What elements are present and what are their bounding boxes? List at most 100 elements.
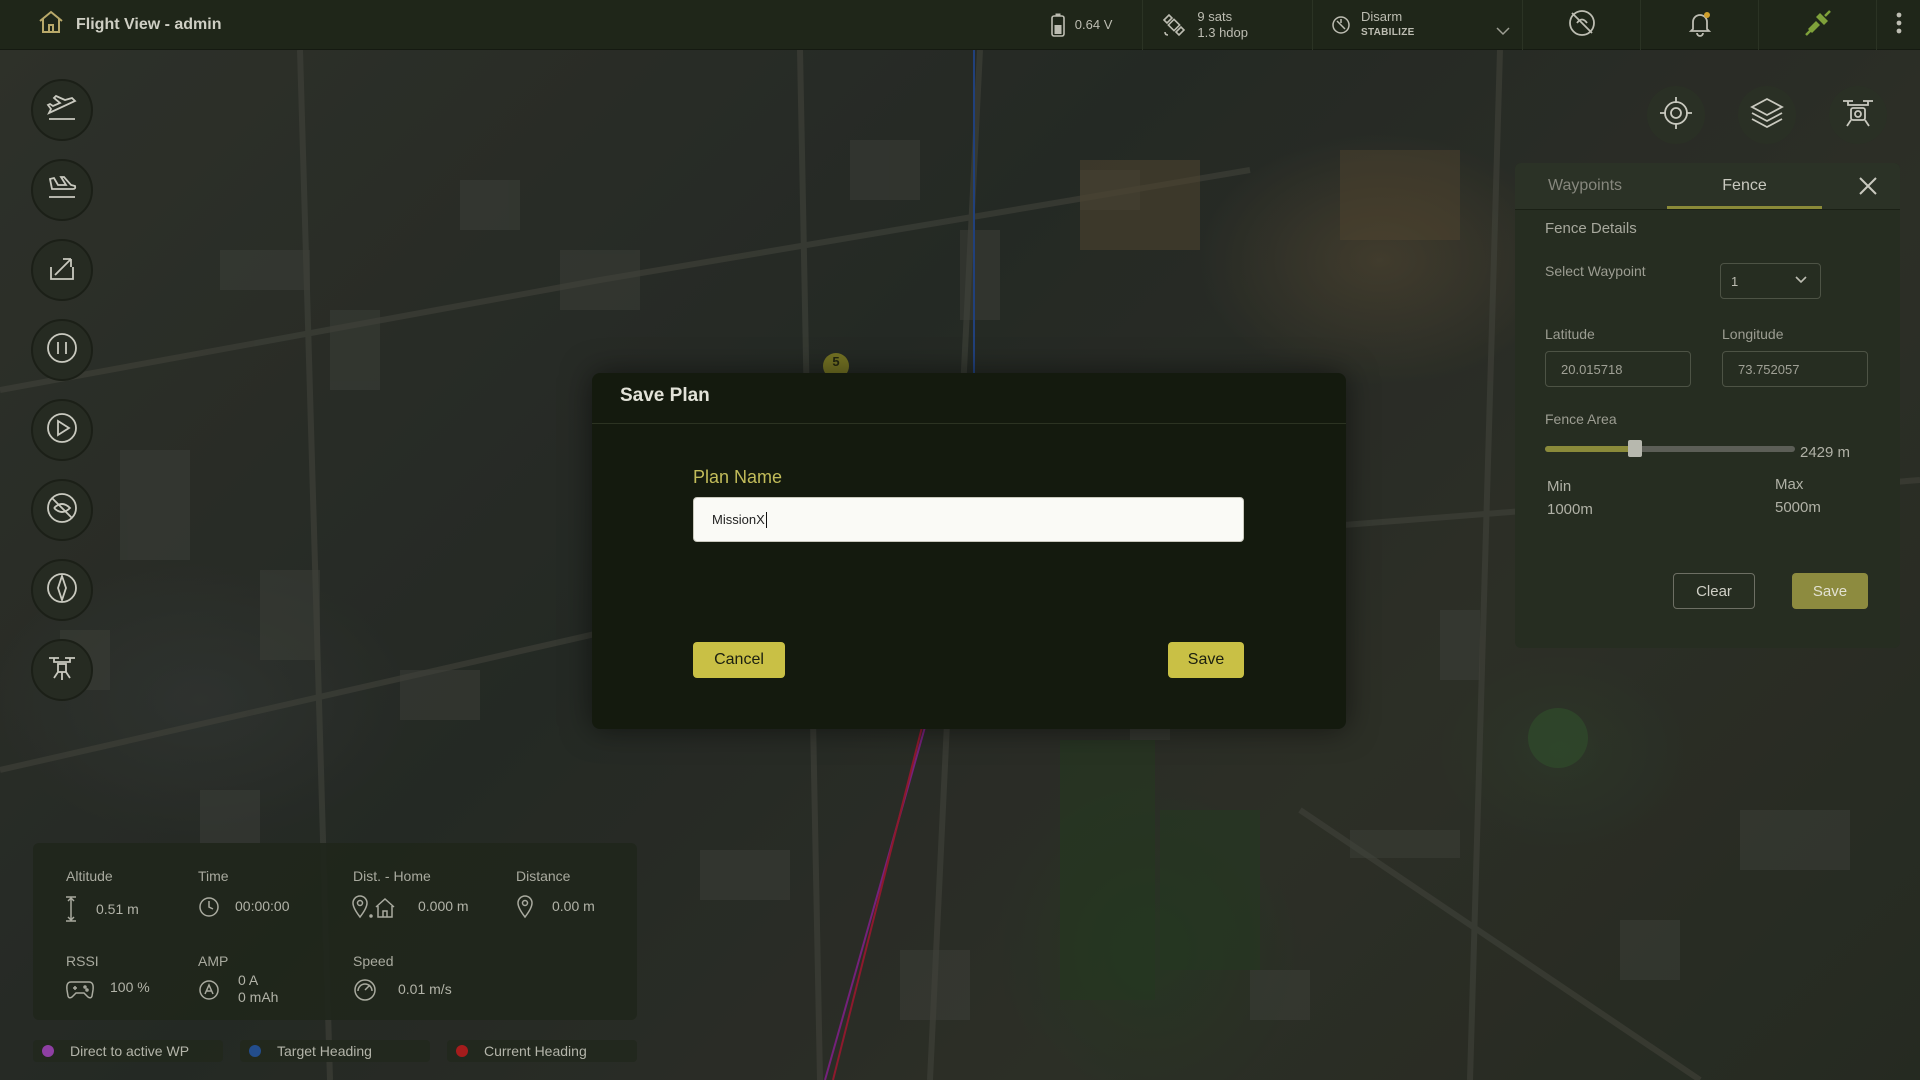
dist-home-value: 0.000 m	[418, 898, 469, 914]
rssi-value: 100 %	[110, 979, 150, 995]
min-value: 1000m	[1547, 501, 1593, 518]
notifications-button[interactable]	[1640, 0, 1758, 50]
link-icon	[1803, 8, 1833, 41]
bell-icon	[1686, 9, 1714, 40]
land-icon	[45, 171, 79, 210]
legend-target-heading: Target Heading	[240, 1040, 430, 1062]
amp-value-mah: 0 mAh	[238, 989, 279, 1005]
max-value: 5000m	[1775, 499, 1821, 516]
altitude-label: Altitude	[66, 868, 113, 884]
tab-fence[interactable]: Fence	[1667, 163, 1822, 209]
speed-label: Speed	[353, 953, 394, 969]
dist-home-label: Dist. - Home	[353, 868, 431, 884]
legend-dot	[42, 1045, 54, 1057]
location-home-icon	[352, 895, 402, 924]
panel-tabs: Waypoints Fence	[1515, 163, 1900, 210]
longitude-label: Longitude	[1722, 326, 1784, 342]
plan-name-label: Plan Name	[693, 467, 783, 487]
gps-hdop: 1.3 hdop	[1197, 24, 1248, 40]
fence-area-slider[interactable]	[1545, 440, 1795, 457]
no-gps-icon	[1567, 8, 1597, 41]
tab-waypoints[interactable]: Waypoints	[1515, 163, 1655, 209]
layers-icon	[1748, 94, 1786, 137]
location-pin-icon	[516, 895, 534, 924]
rtl-button[interactable]	[31, 239, 93, 301]
text-cursor	[765, 511, 767, 528]
drone-camera-icon	[1839, 94, 1877, 137]
no-fly-icon	[45, 491, 79, 530]
legend-dot	[249, 1045, 261, 1057]
top-bar: Flight View - admin 0.64 V 9 sats 1.3 hd…	[0, 0, 1920, 50]
drone-icon	[45, 651, 79, 690]
legend-label: Direct to active WP	[70, 1043, 190, 1059]
dialog-divider	[592, 423, 1346, 424]
no-fly-button[interactable]	[31, 479, 93, 541]
plan-name-input[interactable]: MissionX	[693, 497, 1244, 542]
fence-area-slider-thumb[interactable]	[1628, 440, 1642, 457]
pause-icon	[45, 331, 79, 370]
amp-icon	[198, 979, 220, 1006]
altitude-icon	[64, 895, 78, 928]
waypoint-marker[interactable]: 5	[823, 354, 849, 374]
takeoff-button[interactable]	[31, 79, 93, 141]
fence-area-label: Fence Area	[1545, 411, 1617, 427]
gps-status: 9 sats 1.3 hdop	[1142, 0, 1312, 50]
drone-camera-button[interactable]	[1829, 86, 1887, 144]
battery-status: 0.64 V	[1033, 0, 1143, 50]
plan-name-value: MissionX	[712, 512, 765, 527]
gps-off-button[interactable]	[1522, 0, 1640, 50]
close-icon[interactable]	[1858, 176, 1878, 201]
rtl-icon	[45, 251, 79, 290]
flight-mode: STABILIZE	[1361, 26, 1415, 38]
min-label: Min	[1547, 478, 1572, 495]
legend-direct-wp: Direct to active WP	[33, 1040, 223, 1062]
select-waypoint-value: 1	[1731, 273, 1739, 289]
amp-label: AMP	[198, 953, 229, 969]
time-label: Time	[198, 868, 229, 884]
home-button[interactable]	[26, 0, 76, 50]
more-menu-button[interactable]	[1876, 0, 1920, 50]
legend-label: Current Heading	[484, 1043, 587, 1059]
battery-voltage: 0.64 V	[1074, 17, 1113, 32]
save-button[interactable]: Save	[1168, 642, 1244, 678]
kebab-menu-icon	[1896, 12, 1902, 37]
latitude-value: 20.015718	[1561, 361, 1623, 377]
rssi-label: RSSI	[66, 953, 99, 969]
distance-label: Distance	[516, 868, 571, 884]
clear-button[interactable]: Clear	[1673, 573, 1755, 609]
compass-button[interactable]	[31, 559, 93, 621]
play-button[interactable]	[31, 399, 93, 461]
legend-dot	[456, 1045, 468, 1057]
latitude-field[interactable]: 20.015718	[1545, 351, 1691, 387]
panel-save-button[interactable]: Save	[1792, 573, 1868, 609]
longitude-value: 73.752057	[1738, 361, 1800, 377]
telemetry-panel: Altitude 0.51 m Time 00:00:00 Dist. - Ho…	[33, 843, 637, 1020]
satellite-icon	[1161, 12, 1187, 38]
clock-icon	[198, 896, 220, 923]
battery-icon	[1050, 13, 1065, 37]
pause-button[interactable]	[31, 319, 93, 381]
drone-button[interactable]	[31, 639, 93, 701]
longitude-field[interactable]: 73.752057	[1722, 351, 1868, 387]
amp-value-a: 0 A	[238, 972, 259, 988]
select-waypoint-dropdown[interactable]: 1	[1720, 263, 1821, 299]
mode-icon	[1331, 15, 1351, 35]
land-button[interactable]	[31, 159, 93, 221]
mode-selector[interactable]: Disarm STABILIZE	[1312, 0, 1522, 50]
play-icon	[45, 411, 79, 450]
speed-value: 0.01 m/s	[398, 981, 452, 997]
chevron-down-icon	[1794, 273, 1808, 290]
gps-sats: 9 sats	[1197, 8, 1233, 24]
compass-icon	[45, 571, 79, 610]
map-layers-button[interactable]	[1738, 86, 1796, 144]
mission-panel: Waypoints Fence Fence Details Select Way…	[1515, 163, 1900, 648]
dialog-title: Save Plan	[620, 385, 710, 406]
connection-button[interactable]	[1758, 0, 1876, 50]
fence-area-slider-fill	[1545, 446, 1635, 452]
max-label: Max	[1775, 476, 1804, 493]
legend-label: Target Heading	[277, 1043, 372, 1059]
chevron-down-icon	[1496, 24, 1510, 39]
center-map-button[interactable]	[1647, 86, 1705, 144]
cancel-button[interactable]: Cancel	[693, 642, 785, 678]
takeoff-icon	[45, 91, 79, 130]
